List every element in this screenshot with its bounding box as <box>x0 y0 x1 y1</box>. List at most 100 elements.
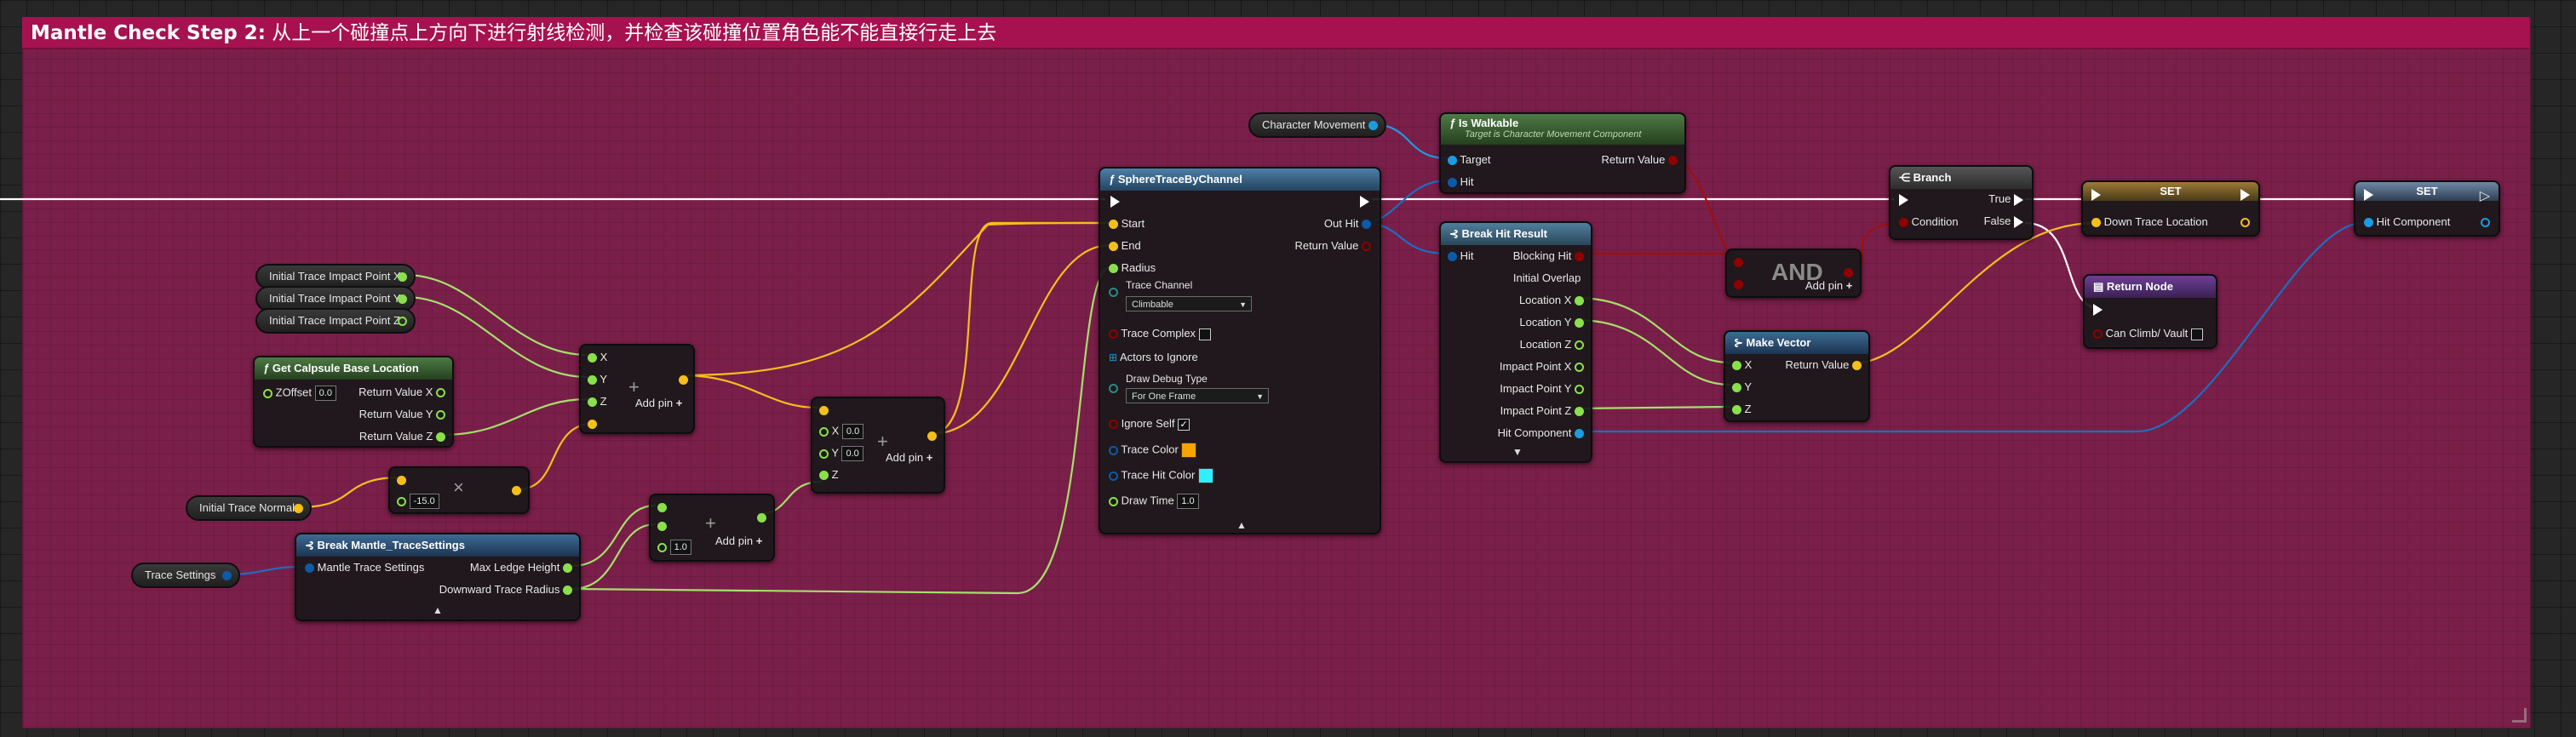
vec2-x-pin[interactable]: X 0.0 <box>819 424 864 439</box>
break-mantle-trace-settings-node[interactable]: ⊰ Break Mantle_TraceSettings Mantle Trac… <box>295 533 581 621</box>
make-vector-compact-node-2[interactable]: X 0.0 Y 0.0 Z + Add pin + <box>811 397 945 494</box>
sphere-trace-channel-pin[interactable] <box>1109 285 1118 298</box>
break-hit-result-node[interactable]: ⊰ Break Hit Result Hit Blocking Hit Init… <box>1439 221 1592 463</box>
capsule-rx-pin[interactable]: Return Value X <box>359 386 445 398</box>
vec2-y-value[interactable]: 0.0 <box>841 446 863 461</box>
trace-complex-checkbox[interactable] <box>1198 328 1211 340</box>
location-x-pin[interactable]: Location X <box>1519 294 1584 306</box>
walk-return-pin[interactable]: Return Value <box>1601 153 1678 166</box>
vec1-out-pin[interactable] <box>679 373 688 386</box>
vec1-extra-in-pin[interactable] <box>588 417 597 430</box>
addf-c-value[interactable]: 1.0 <box>669 540 691 555</box>
set1-exec-in[interactable] <box>2091 187 2101 201</box>
branch-node[interactable]: ⋲ Branch Condition True False <box>1889 165 2034 240</box>
vec2-in-pin[interactable] <box>819 403 829 416</box>
impact-point-z-pin[interactable]: Impact Point Z <box>1500 404 1584 417</box>
add-float-node[interactable]: 1.0 + Add pin + <box>649 494 775 562</box>
mult-a-pin[interactable] <box>397 473 406 486</box>
makevec-y-pin[interactable]: Y <box>1732 380 1752 393</box>
ignore-self-pin[interactable]: Ignore Self ✓ <box>1109 417 1190 431</box>
location-z-pin[interactable]: Location Z <box>1520 338 1584 351</box>
trace-color-swatch[interactable] <box>1181 443 1197 458</box>
and-a-pin[interactable] <box>1734 255 1743 268</box>
hit-component-out-pin[interactable]: Hit Component <box>1498 426 1584 439</box>
branch-condition-pin[interactable]: Condition <box>1899 215 1959 228</box>
return-exec-in[interactable] <box>2093 302 2103 316</box>
character-movement-getter[interactable]: Character Movement <box>1248 112 1386 138</box>
addf-out-pin[interactable] <box>757 511 766 523</box>
and-add-pin-button[interactable]: Add pin + <box>1805 279 1852 292</box>
actors-ignore-pin[interactable]: ⊞ Actors to Ignore <box>1109 351 1198 363</box>
and-out-pin[interactable] <box>1844 266 1853 278</box>
and-b-pin[interactable] <box>1734 277 1743 290</box>
makevec-z-pin[interactable]: Z <box>1732 403 1752 415</box>
can-climb-checkbox[interactable] <box>2190 328 2203 340</box>
and-node[interactable]: AND Add pin + <box>1725 249 1862 298</box>
zoffset-pin[interactable]: ZOffset 0.0 <box>263 386 336 401</box>
make-vector-node[interactable]: ⊱ Make Vector X Y Z Return Value <box>1724 330 1870 422</box>
trace-complex-pin[interactable]: Trace Complex <box>1109 327 1211 340</box>
vec2-x-value[interactable]: 0.0 <box>841 424 864 439</box>
makevec-return-pin[interactable]: Return Value <box>1785 358 1862 371</box>
character-movement-pin[interactable] <box>1368 121 1378 130</box>
trace-channel-dropdown[interactable]: Climbable ▼ <box>1126 296 1252 311</box>
draw-debug-pin[interactable] <box>1109 381 1118 394</box>
impact-z-getter[interactable]: Initial Trace Impact Point Z <box>255 308 416 334</box>
set-down-trace-location-node[interactable]: SET Down Trace Location <box>2081 180 2260 237</box>
get-capsule-base-location-node[interactable]: ƒ Get Calpsule Base Location ZOffset 0.0… <box>253 356 454 448</box>
trace-normal-pin[interactable] <box>294 504 303 513</box>
impact-z-pin[interactable] <box>398 317 407 326</box>
collapse-arrow-icon[interactable]: ▲ <box>1236 519 1247 531</box>
collapse-arrow-icon[interactable]: ▲ <box>433 604 443 616</box>
trace-color-pin[interactable]: Trace Color <box>1109 443 1197 458</box>
vec1-x-pin[interactable]: X <box>588 351 607 363</box>
vec1-add-pin-button[interactable]: Add pin + <box>635 397 682 409</box>
impact-x-pin[interactable] <box>398 272 407 282</box>
sphere-start-pin[interactable]: Start <box>1109 217 1145 230</box>
is-walkable-node[interactable]: ƒ Is Walkable Target is Character Movemen… <box>1439 112 1686 194</box>
mult-b-value[interactable]: -15.0 <box>409 494 439 509</box>
impact-point-x-pin[interactable]: Impact Point X <box>1500 360 1584 373</box>
sphere-end-pin[interactable]: End <box>1109 239 1141 252</box>
vec2-y-pin[interactable]: Y 0.0 <box>819 446 863 461</box>
trace-settings-pin[interactable] <box>222 571 232 580</box>
mult-out-pin[interactable] <box>512 483 521 496</box>
mantle-in-pin[interactable]: Mantle Trace Settings <box>305 561 424 574</box>
vec2-out-pin[interactable] <box>927 429 937 442</box>
blocking-hit-pin[interactable]: Blocking Hit <box>1513 249 1584 262</box>
location-y-pin[interactable]: Location Y <box>1519 316 1584 329</box>
addf-a-pin[interactable] <box>657 500 667 513</box>
addf-c-pin[interactable]: 1.0 <box>657 540 691 555</box>
can-climb-pin[interactable]: Can Climb/ Vault <box>2093 327 2203 340</box>
sphere-exec-in[interactable] <box>1110 194 1120 208</box>
downward-radius-pin[interactable]: Downward Trace Radius <box>439 583 572 596</box>
vec2-add-pin-button[interactable]: Add pin + <box>886 451 932 464</box>
sphere-exec-out[interactable] <box>1360 194 1369 208</box>
set1-out-pin[interactable] <box>2240 215 2250 228</box>
addf-add-pin-button[interactable]: Add pin + <box>715 534 762 547</box>
addf-b-pin[interactable] <box>657 519 667 532</box>
max-ledge-height-pin[interactable]: Max Ledge Height <box>470 561 572 574</box>
draw-time-pin[interactable]: Draw Time 1.0 <box>1109 494 1199 509</box>
impact-y-pin[interactable] <box>398 294 407 304</box>
set2-exec-out[interactable]: ▷ <box>2480 187 2490 203</box>
capsule-ry-pin[interactable]: Return Value Y <box>359 408 445 420</box>
branch-true-pin[interactable]: True <box>1988 192 2023 206</box>
trace-settings-getter[interactable]: Trace Settings <box>131 563 240 588</box>
impact-point-y-pin[interactable]: Impact Point Y <box>1500 382 1584 395</box>
capsule-rz-pin[interactable]: Return Value Z <box>359 430 445 443</box>
set2-out-pin[interactable] <box>2481 215 2490 228</box>
mult-b-pin[interactable]: -15.0 <box>397 494 439 509</box>
branch-false-pin[interactable]: False <box>1984 214 2023 228</box>
out-hit-pin[interactable]: Out Hit <box>1324 217 1371 230</box>
trace-hit-color-pin[interactable]: Trace Hit Color <box>1109 468 1213 483</box>
trace-normal-getter[interactable]: Initial Trace Normal <box>186 495 312 521</box>
set-hit-component-node[interactable]: SET ▷ Hit Component <box>2354 180 2500 237</box>
return-node[interactable]: ▤ Return Node Can Climb/ Vault <box>2083 274 2217 349</box>
sphere-trace-by-channel-node[interactable]: ƒ SphereTraceByChannel Start End Radius … <box>1099 167 1381 534</box>
draw-time-value[interactable]: 1.0 <box>1177 494 1199 509</box>
walk-hit-pin[interactable]: Hit <box>1448 175 1474 188</box>
vec1-y-pin[interactable]: Y <box>588 373 607 386</box>
zoffset-value[interactable]: 0.0 <box>314 386 336 401</box>
draw-debug-dropdown[interactable]: For One Frame ▼ <box>1126 388 1269 403</box>
